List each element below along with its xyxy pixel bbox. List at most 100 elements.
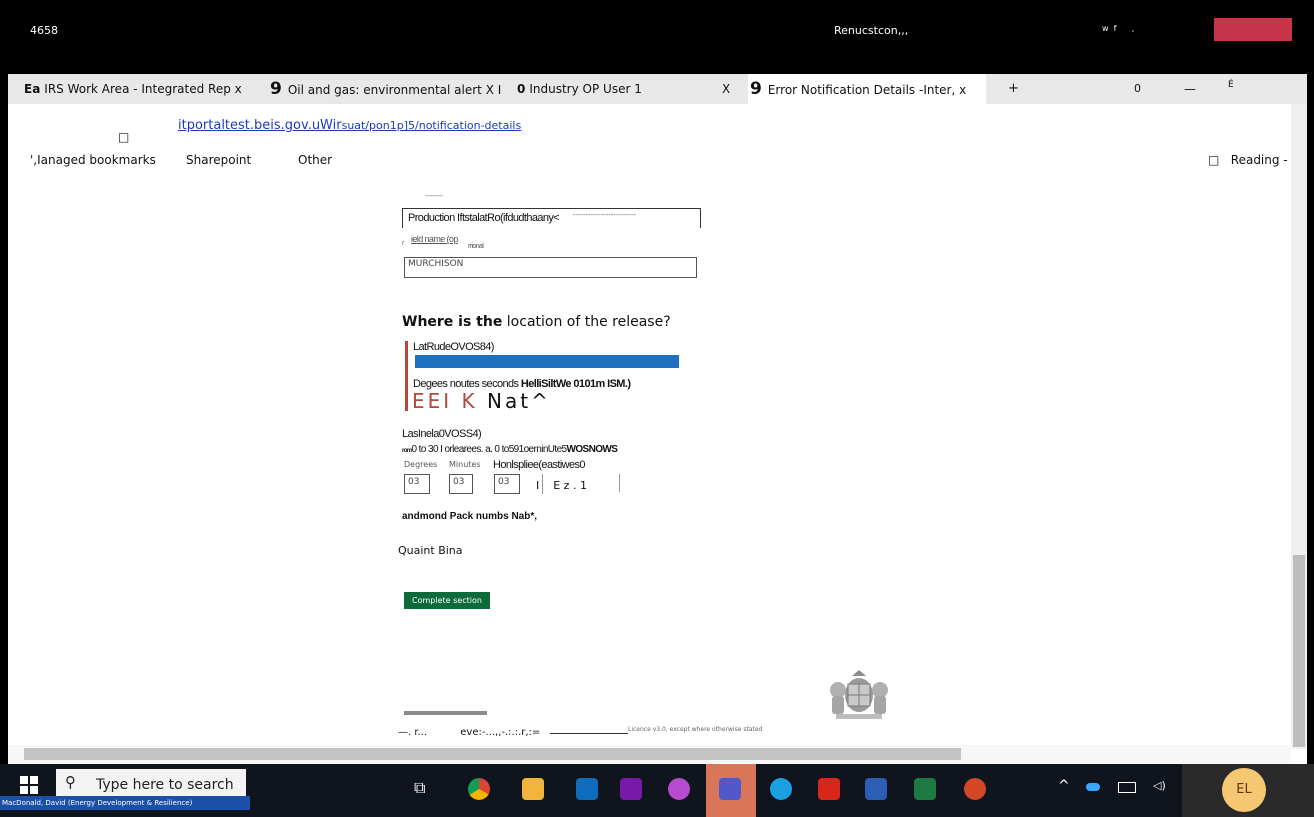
complete-section-button[interactable]: Complete section [404,592,490,609]
dashes-top: ---------- [425,193,443,200]
search-icon: ⚲ [65,773,76,791]
longitude-label: LasInela0VOSS4) [402,428,482,440]
tab-industry-op-user[interactable]: 0 Industry OP User 1 [517,74,642,104]
longitude-hint-bold1: rom [402,448,412,454]
hemisphere-column-label: Honlspliee(eastiwes0 [493,459,586,471]
task-view-icon[interactable]: ⧉ [414,778,436,800]
user-avatar[interactable]: EL [1222,768,1266,812]
volume-icon[interactable]: ◁) [1153,779,1166,792]
tab-irs-work-area[interactable]: Ea IRS Work Area - Integrated Rep x [24,74,242,104]
avatar-initials: EL [1236,782,1252,797]
powerpoint-icon[interactable] [964,778,986,800]
new-tab-button[interactable]: + [1008,74,1019,104]
battery-icon[interactable] [1118,782,1136,793]
close-icon: X [722,82,731,96]
block-label: andmond Pack numbs Nab*, [402,511,538,522]
tab-favicon: Ea [24,82,41,96]
error-indicator-bar [405,341,408,411]
checkbox-icon[interactable]: □ [118,130,129,144]
bookmarks-bar: ',Ianaged bookmarks Sharepoint Other □ R… [8,148,1307,176]
chrome-icon[interactable] [468,778,490,800]
reading-list-button[interactable]: □ Reading - [1208,153,1288,167]
minutes-input[interactable]: 03 [449,474,473,494]
degrees-input[interactable]: 03 [404,474,430,494]
minutes-column-label: Minutes [449,460,481,469]
url-path: suat/pon1p]5/notification-details [341,119,522,132]
tab-label: IRS Work Area - Integrated Rep x [44,82,242,96]
footer-rule [550,733,628,734]
footer-text: —. r... eve:-...,,-.:.:.r,:= [398,727,540,738]
field-name-optional: rrional [468,243,484,250]
field-divider [619,474,620,492]
teams-icon[interactable] [719,778,741,800]
latitude-label: LatRudeOVOS84) [413,341,494,353]
window-title: Renucstcon,,, [834,24,909,37]
royal-crest-logo [826,668,892,722]
tab-label: Industry OP User 1 [529,82,642,96]
file-explorer-icon[interactable] [522,778,544,800]
onenote-icon[interactable] [620,778,642,800]
accent-block[interactable] [1214,18,1292,41]
degrees-column-label: Degrees [404,460,438,469]
longitude-hint: rom0 to 30 I orlearees. a. 0 to591oernin… [402,444,618,455]
field-name-value: MURCHISON [408,259,464,269]
field-name-label: ield name (op [411,234,458,244]
tab-count: 0 [1134,74,1141,104]
tab-favicon: 0 [517,82,526,96]
restore-button[interactable]: É [1228,74,1234,104]
latitude-input-highlight[interactable] [415,355,679,368]
latitude-error-text: EEI K Nat^ [412,389,551,413]
footer-left: —. r... [398,727,428,738]
licence-link[interactable]: Licence v3.0, except where otherwise sta… [628,726,762,733]
word-icon[interactable] [865,778,887,800]
onedrive-icon[interactable] [1086,783,1100,791]
url-link[interactable]: itportaltest.beis.gov.uWirsuat/pon1p]5/n… [178,118,521,133]
url-domain: itportaltest.beis.gov.uWir [178,118,342,133]
tab-label: Oil and gas: environmental alert X I [287,83,502,97]
error-text-black: Nat^ [487,389,551,413]
tab-favicon: 9 [270,79,282,99]
top-frame: 4658 Renucstcon,,, w f , [0,0,1314,74]
tab-close-button[interactable]: X [722,74,730,104]
seconds-input[interactable]: 03 [494,474,520,494]
minimize-button[interactable]: — [1184,74,1196,104]
chevron-up-icon[interactable]: ^ [1058,778,1070,794]
degrees-value: 03 [408,477,420,487]
user-strip: MacDonald, David (Energy Development & R… [0,796,250,810]
seconds-value: 03 [498,477,510,487]
window-glyphs: w f , [1102,24,1135,33]
tab-error-notification[interactable]: 9 Error Notification Details -Inter, x [748,74,986,104]
longitude-hint-plain: 0 to 30 I orlearees. a. 0 to591oerninUte… [411,444,568,455]
tab-favicon: 9 [750,79,762,99]
snip-icon[interactable] [668,778,690,800]
acrobat-icon[interactable] [818,778,840,800]
footer-divider [404,711,487,715]
hemisphere-value[interactable]: I E z . 1 [536,479,587,492]
question-bold: Where is the [402,314,503,330]
release-location-question: Where is the location of the release? [402,314,671,330]
bookmark-managed[interactable]: ',Ianaged bookmarks [30,153,156,167]
tab-oil-gas-alert[interactable]: 9 Oil and gas: environmental alert X I [270,74,501,104]
production-dashes: ------------------------- [573,211,637,219]
longitude-hint-bold2: WOSNOWS [566,444,618,455]
address-bar: □ itportaltest.beis.gov.uWirsuat/pon1p]5… [8,104,1307,148]
window-code: 4658 [30,24,58,37]
bookmark-other[interactable]: Other [298,153,332,167]
question-rest: location of the release? [506,314,671,330]
outlook-icon[interactable] [576,778,598,800]
footer-mid: eve:-...,,-.:.:.r,:= [460,727,541,738]
windows-start-icon[interactable] [20,776,38,794]
excel-icon[interactable] [914,778,936,800]
windows-taskbar: ⚲ Type here to search MacDonald, David (… [0,764,1314,817]
bookmark-sharepoint[interactable]: Sharepoint [186,153,251,167]
error-text-red: EEI K [412,389,478,413]
vertical-scroll-thumb[interactable] [1293,555,1305,747]
plus-icon: + [1008,81,1019,96]
edge-icon[interactable] [770,778,792,800]
field-name-input[interactable]: MURCHISON [404,257,697,278]
horizontal-scroll-thumb[interactable] [24,748,961,760]
quadrant-label: Quaint Bina [398,544,463,557]
search-placeholder: Type here to search [96,777,234,793]
production-installation-select[interactable]: Production IftstalatRo(ifdudthaany< ----… [402,208,701,228]
complete-section-label: Complete section [412,596,482,605]
